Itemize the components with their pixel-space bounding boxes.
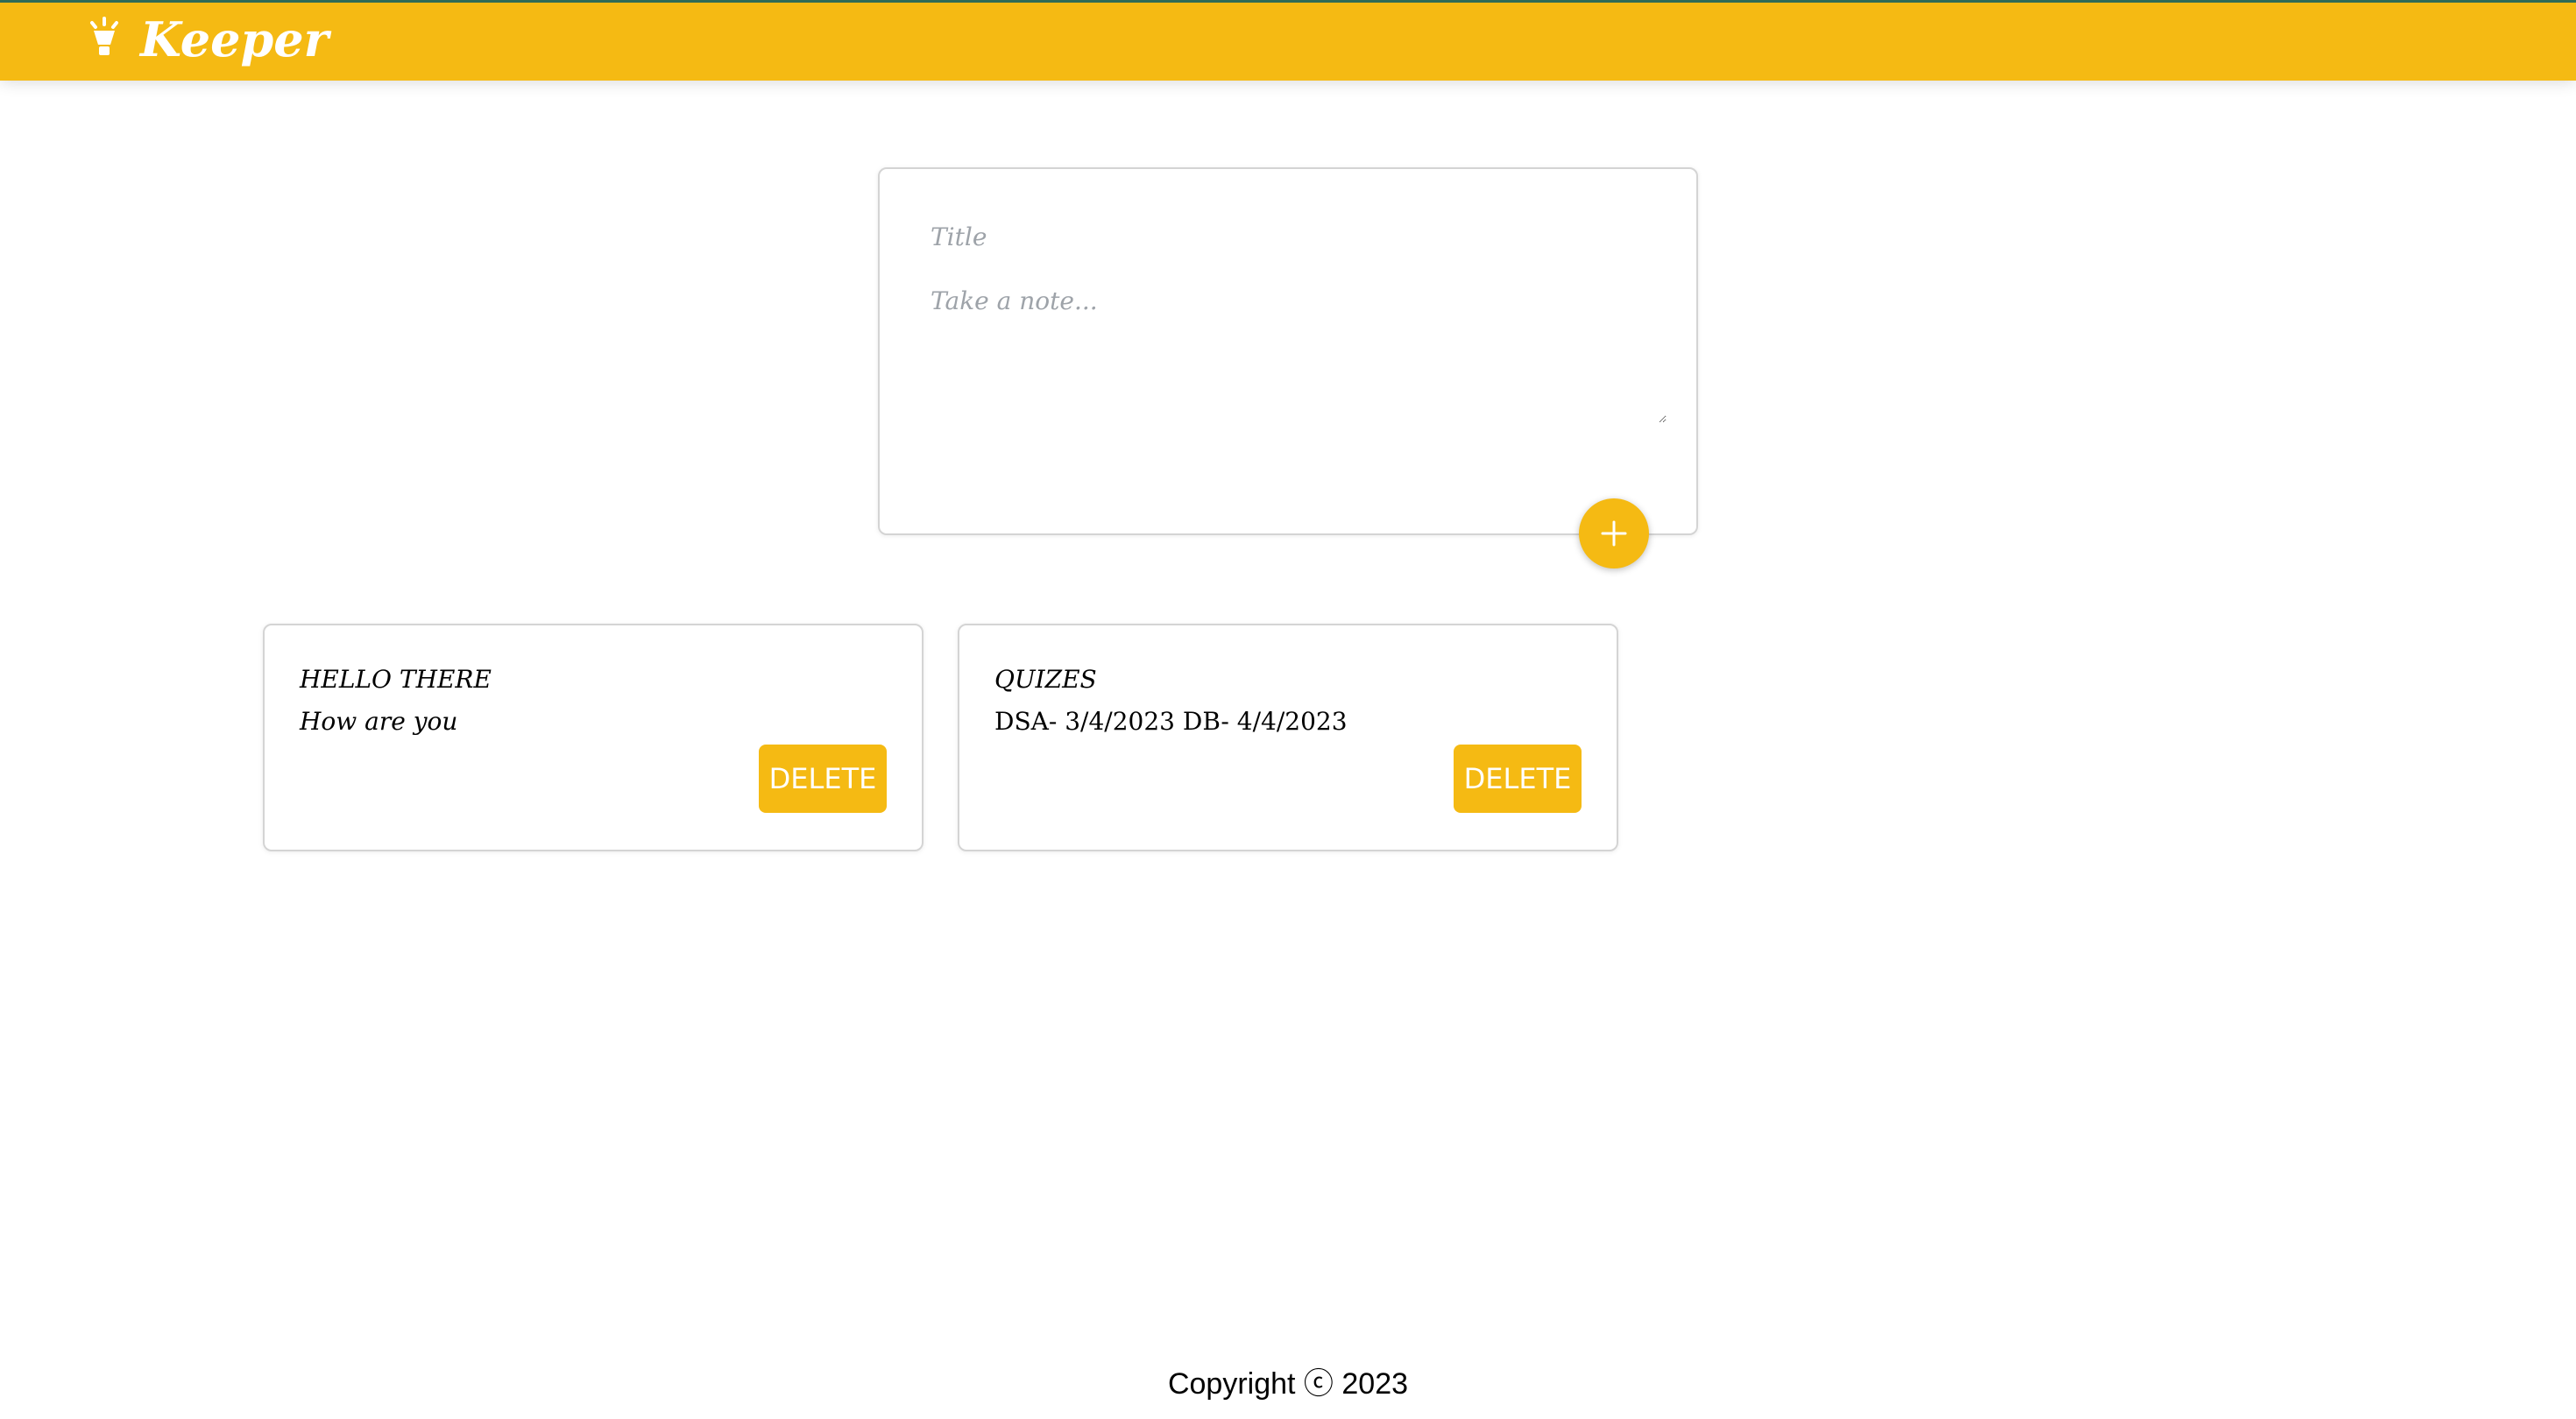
- lightbulb-icon: [86, 17, 123, 59]
- note-title: QUIZES: [994, 665, 1097, 694]
- plus-icon: [1579, 518, 1649, 549]
- note-content: DSA- 3/4/2023 DB- 4/4/2023: [994, 707, 1348, 736]
- app-header: Keeper: [0, 0, 2576, 81]
- copyright-text: Copyright ⓒ 2023: [1167, 1367, 1409, 1401]
- add-note-button[interactable]: [1579, 498, 1649, 568]
- note-content: How are you: [300, 707, 458, 736]
- note-card: QUIZES DSA- 3/4/2023 DB- 4/4/2023 DELETE: [958, 624, 1618, 851]
- note-card: HELLO THERE How are you DELETE: [263, 624, 924, 851]
- delete-note-button[interactable]: DELETE: [1454, 745, 1582, 813]
- note-title: HELLO THERE: [300, 665, 492, 694]
- create-note-form: [878, 167, 1698, 535]
- delete-note-button[interactable]: DELETE: [759, 745, 887, 813]
- note-title-input[interactable]: [929, 215, 1647, 258]
- note-content-textarea[interactable]: [929, 285, 1667, 423]
- footer: Copyright ⓒ 2023: [0, 1358, 2576, 1410]
- app-title: Keeper: [140, 11, 329, 67]
